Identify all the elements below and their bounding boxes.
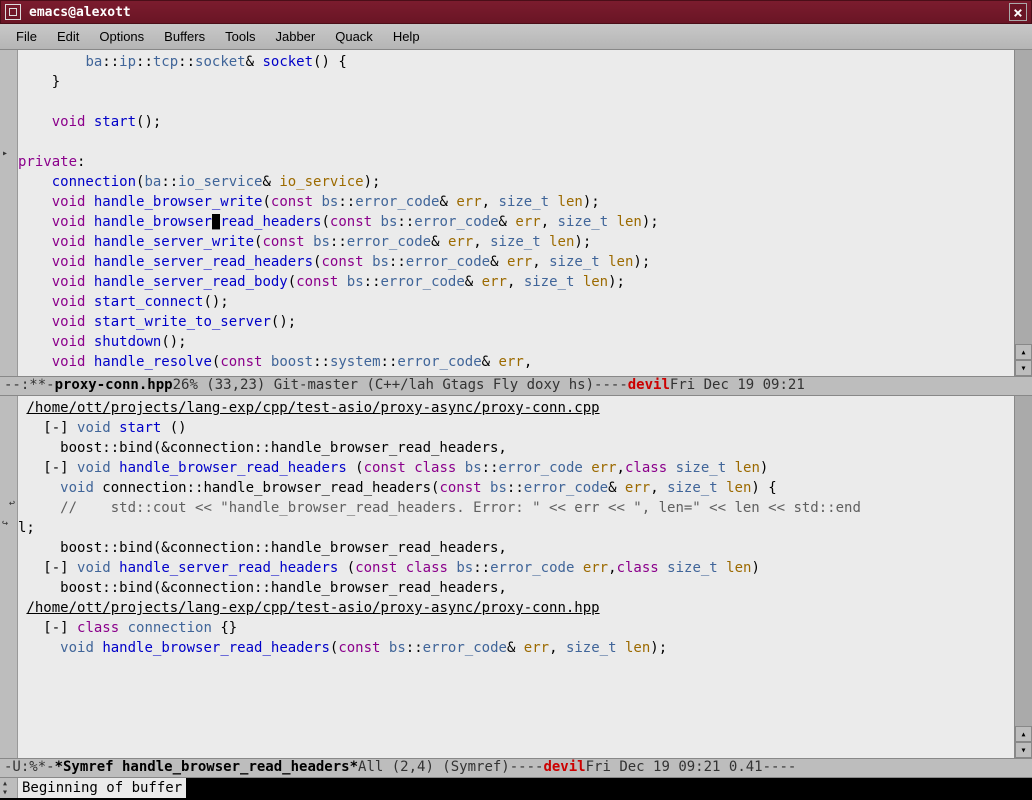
titlebar[interactable]: emacs@alexott × xyxy=(0,0,1032,24)
scroll-up-icon[interactable]: ▴ xyxy=(1015,344,1032,360)
menu-jabber[interactable]: Jabber xyxy=(265,27,325,46)
fold-mark-icon[interactable]: ▸ xyxy=(2,148,8,159)
scroll-up-icon-lower[interactable]: ▴ xyxy=(1015,726,1032,742)
source-buffer[interactable]: ba::ip::tcp::socket& socket() { } void s… xyxy=(18,50,1014,376)
menu-help[interactable]: Help xyxy=(383,27,430,46)
window-menu-icon[interactable] xyxy=(5,4,21,20)
modeline-status: --:**- xyxy=(4,377,55,395)
menu-buffers[interactable]: Buffers xyxy=(154,27,215,46)
minibuf-fringe: ▴▾ xyxy=(0,778,18,798)
modeline-info-lower: All (2,4) (Symref)---- xyxy=(358,759,543,777)
menu-file[interactable]: File xyxy=(6,27,47,46)
modeline-time-lower: Fri Dec 19 09:21 0.41---- xyxy=(586,759,797,777)
close-icon[interactable]: × xyxy=(1009,3,1027,21)
modeline-buffer-name: proxy-conn.hpp xyxy=(55,377,173,395)
scroll-down-icon-lower[interactable]: ▾ xyxy=(1015,742,1032,758)
scrollbar[interactable]: ▴ ▾ xyxy=(1014,50,1032,376)
modeline-upper[interactable]: --:**- proxy-conn.hpp 26% (33,23) Git-ma… xyxy=(0,376,1032,396)
modeline-lower[interactable]: -U:%*- *Symref handle_browser_read_heade… xyxy=(0,758,1032,778)
modeline-info: 26% (33,23) Git-master (C++/lah Gtags Fl… xyxy=(173,377,628,395)
window-title: emacs@alexott xyxy=(29,5,1009,20)
wrap-mark-icon: ↪ xyxy=(2,518,8,529)
scrollbar-track[interactable] xyxy=(1015,50,1032,344)
menu-options[interactable]: Options xyxy=(89,27,154,46)
modeline-devil-lower: devil xyxy=(543,759,585,777)
menu-tools[interactable]: Tools xyxy=(215,27,265,46)
modeline-buffer-name-lower: *Symref handle_browser_read_headers* xyxy=(55,759,358,777)
upper-window: ▸ ba::ip::tcp::socket& socket() { } void… xyxy=(0,50,1032,376)
lower-window: ↪ ↩ /home/ott/projects/lang-exp/cpp/test… xyxy=(0,396,1032,758)
modeline-time: Fri Dec 19 09:21 xyxy=(670,377,805,395)
scroll-down-icon[interactable]: ▾ xyxy=(1015,360,1032,376)
wrap-arrow-icon: ↩ xyxy=(9,498,15,509)
scrollbar-lower[interactable]: ▴ ▾ xyxy=(1014,396,1032,758)
minibuffer-text: Beginning of buffer xyxy=(22,780,182,796)
left-fringe-lower: ↪ ↩ xyxy=(0,396,18,758)
modeline-devil: devil xyxy=(628,377,670,395)
minibuffer[interactable]: Beginning of buffer xyxy=(18,778,186,798)
scrollbar-track-lower[interactable] xyxy=(1015,396,1032,726)
menu-edit[interactable]: Edit xyxy=(47,27,89,46)
modeline-status-lower: -U:%*- xyxy=(4,759,55,777)
symref-buffer[interactable]: /home/ott/projects/lang-exp/cpp/test-asi… xyxy=(18,396,1014,758)
menu-quack[interactable]: Quack xyxy=(325,27,383,46)
menubar: File Edit Options Buffers Tools Jabber Q… xyxy=(0,24,1032,50)
left-fringe: ▸ xyxy=(0,50,18,376)
